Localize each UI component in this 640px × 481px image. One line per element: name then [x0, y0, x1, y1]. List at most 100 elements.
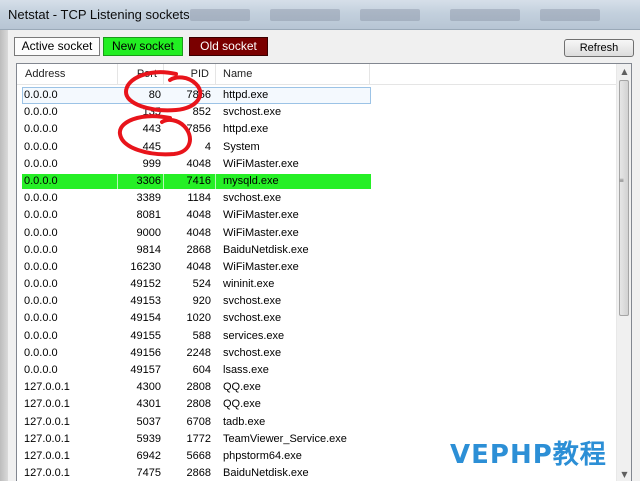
cell-port: 445 [142, 140, 161, 153]
cell-name: BaiduNetdisk.exe [223, 243, 309, 256]
client-area: Active socket New socket Old socket Refr… [8, 30, 640, 481]
table-row[interactable]: 0.0.0.0 49157 604 lsass.exe [17, 362, 617, 379]
cell-pid: 7856 [186, 89, 211, 101]
cell-name: svchost.exe [223, 106, 282, 119]
cell-name: phpstorm64.exe [223, 449, 302, 462]
cell-name: httpd.exe [223, 89, 269, 101]
cell-pid: 852 [192, 106, 211, 119]
cell-address: 0.0.0.0 [24, 157, 58, 170]
cell-port: 5037 [136, 415, 161, 428]
cell-port: 49153 [130, 295, 161, 308]
refresh-button[interactable]: Refresh [564, 39, 634, 57]
blurred-title-background [190, 6, 630, 24]
cell-name: services.exe [223, 329, 285, 342]
socket-rows: 0.0.0.0 80 7856 httpd.exe 0.0.0.0 135 852 svcho… [17, 87, 617, 481]
column-header-port[interactable]: Port [117, 64, 163, 85]
cell-address: 0.0.0.0 [24, 209, 58, 222]
column-header-pid[interactable]: PID [163, 64, 215, 85]
cell-port: 49156 [130, 346, 161, 359]
cell-address: 0.0.0.0 [24, 140, 58, 153]
table-row[interactable]: 0.0.0.0 443 7856 httpd.exe [17, 121, 617, 138]
cell-name: System [223, 140, 260, 153]
cell-pid: 2808 [186, 398, 211, 411]
cell-address: 0.0.0.0 [24, 89, 58, 101]
table-row[interactable]: 0.0.0.0 80 7856 httpd.exe [17, 87, 617, 104]
table-row[interactable]: 0.0.0.0 9814 2868 BaiduNetdisk.exe [17, 242, 617, 259]
cell-pid: 4048 [186, 226, 211, 239]
table-row[interactable]: 0.0.0.0 999 4048 WiFiMaster.exe [17, 156, 617, 173]
cell-name: WiFiMaster.exe [223, 226, 299, 239]
table-row[interactable]: 0.0.0.0 49155 588 services.exe [17, 328, 617, 345]
cell-address: 0.0.0.0 [24, 295, 58, 308]
cell-port: 3306 [136, 174, 161, 187]
cell-name: svchost.exe [223, 312, 282, 325]
table-row[interactable]: 0.0.0.0 8081 4048 WiFiMaster.exe [17, 207, 617, 224]
socket-list[interactable]: Address Port PID Name 0.0.0.0 80 7856 httpd… [16, 63, 632, 481]
cell-port: 80 [148, 89, 161, 101]
cell-address: 127.0.0.1 [24, 467, 70, 480]
cell-pid: 1184 [187, 192, 211, 205]
scroll-down-arrow-icon[interactable]: ▼ [617, 467, 631, 481]
table-row[interactable]: 127.0.0.1 4300 2808 QQ.exe [17, 379, 617, 396]
netstat-window: Netstat - TCP Listening sockets Active s… [0, 0, 640, 481]
cell-name: wininit.exe [223, 278, 275, 291]
cell-address: 0.0.0.0 [24, 329, 58, 342]
cell-address: 0.0.0.0 [24, 243, 58, 256]
column-header-name[interactable]: Name [217, 64, 367, 85]
cell-port: 443 [142, 123, 161, 136]
cell-pid: 5668 [186, 449, 211, 462]
table-row[interactable]: 0.0.0.0 9000 4048 WiFiMaster.exe [17, 225, 617, 242]
cell-address: 127.0.0.1 [24, 381, 70, 394]
cell-address: 127.0.0.1 [24, 432, 70, 445]
cell-address: 0.0.0.0 [24, 364, 58, 376]
cell-name: WiFiMaster.exe [223, 260, 299, 273]
table-row[interactable]: 0.0.0.0 3306 7416 mysqld.exe [17, 173, 617, 190]
table-row[interactable]: 0.0.0.0 49154 1020 svchost.exe [17, 310, 617, 327]
scrollbar-thumb[interactable] [619, 80, 629, 316]
cell-port: 49154 [130, 312, 161, 325]
table-row[interactable]: 127.0.0.1 5037 6708 tadb.exe [17, 414, 617, 431]
table-row[interactable]: 0.0.0.0 445 4 System [17, 139, 617, 156]
table-row[interactable]: 127.0.0.1 4301 2808 QQ.exe [17, 396, 617, 413]
cell-pid: 4048 [186, 157, 211, 170]
vertical-scrollbar[interactable]: ▲ ≡ ▼ [616, 64, 631, 481]
window-title: Netstat - TCP Listening sockets [8, 7, 190, 22]
cell-pid: 2868 [186, 243, 211, 256]
cell-pid: 2808 [186, 381, 211, 394]
cell-port: 9000 [136, 226, 161, 239]
cell-address: 0.0.0.0 [24, 192, 58, 205]
cell-pid: 7856 [186, 123, 211, 136]
table-row[interactable]: 0.0.0.0 3389 1184 svchost.exe [17, 190, 617, 207]
cell-pid: 1020 [186, 312, 211, 325]
table-row[interactable]: 0.0.0.0 135 852 svchost.exe [17, 104, 617, 121]
cell-name: TeamViewer_Service.exe [223, 432, 347, 445]
legend-active-socket: Active socket [14, 37, 100, 56]
table-row[interactable]: 0.0.0.0 49156 2248 svchost.exe [17, 345, 617, 362]
cell-name: QQ.exe [223, 398, 261, 411]
cell-name: tadb.exe [223, 415, 266, 428]
scroll-up-arrow-icon[interactable]: ▲ [617, 64, 631, 79]
cell-name: httpd.exe [223, 123, 269, 136]
title-bar[interactable]: Netstat - TCP Listening sockets [0, 0, 640, 30]
cell-address: 0.0.0.0 [24, 312, 58, 325]
column-header-address[interactable]: Address [19, 64, 119, 85]
table-row[interactable]: 0.0.0.0 49153 920 svchost.exe [17, 293, 617, 310]
cell-pid: 2248 [186, 346, 211, 359]
cell-pid: 7416 [186, 174, 211, 187]
cell-port: 16230 [130, 260, 161, 273]
cell-port: 6942 [136, 449, 161, 462]
table-row[interactable]: 0.0.0.0 49152 524 wininit.exe [17, 276, 617, 293]
cell-pid: 6708 [186, 415, 211, 428]
cell-pid: 4048 [186, 209, 211, 222]
cell-name: svchost.exe [223, 192, 282, 205]
cell-port: 999 [142, 157, 161, 170]
cell-name: svchost.exe [223, 346, 282, 359]
cell-port: 49155 [130, 329, 161, 342]
left-background-strip [0, 30, 8, 481]
cell-port: 4301 [136, 398, 161, 411]
cell-name: WiFiMaster.exe [223, 157, 299, 170]
cell-port: 5939 [136, 432, 161, 445]
cell-name: lsass.exe [223, 364, 269, 376]
table-row[interactable]: 0.0.0.0 16230 4048 WiFiMaster.exe [17, 259, 617, 276]
cell-address: 0.0.0.0 [24, 123, 58, 136]
